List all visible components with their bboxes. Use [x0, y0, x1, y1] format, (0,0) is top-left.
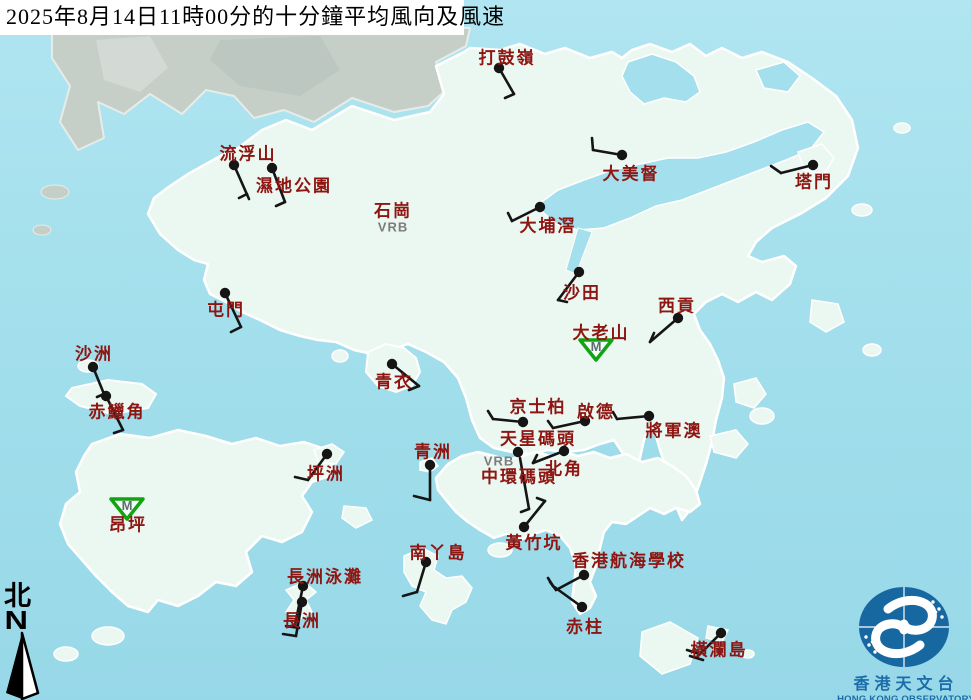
station-dot	[579, 570, 589, 580]
wind-barb-overlay: MM	[0, 0, 971, 700]
station-dot	[518, 417, 528, 427]
wind-barb	[592, 138, 593, 150]
station-dot	[535, 202, 545, 212]
missing-data-m: M	[122, 498, 133, 513]
wind-map-page: MM 打鼓嶺流浮山濕地公園石崗VRB大美督塔門大埔滘沙田西貢大老山屯門沙洲赤鱲角…	[0, 0, 971, 700]
wind-barb	[225, 293, 241, 327]
station-dot	[88, 362, 98, 372]
wind-barb	[283, 634, 296, 636]
wind-barb	[548, 421, 553, 428]
wind-barb	[690, 656, 703, 660]
wind-barb	[114, 430, 123, 433]
wind-barb	[520, 458, 529, 509]
wind-barb	[537, 498, 545, 501]
wind-barb	[106, 396, 123, 430]
station-dot	[673, 313, 683, 323]
station-dot	[267, 163, 277, 173]
station-dot	[580, 416, 590, 426]
station-dot	[574, 267, 584, 277]
wind-barb	[414, 496, 430, 500]
wind-barb	[553, 586, 582, 607]
station-dot	[387, 359, 397, 369]
wind-barb	[771, 166, 781, 173]
station-dot	[494, 63, 504, 73]
north-label-en: N	[2, 609, 57, 631]
wind-barb	[295, 477, 308, 480]
missing-data-m: M	[591, 339, 602, 354]
wind-barb	[276, 202, 285, 206]
station-dot	[617, 150, 627, 160]
station-dot	[519, 522, 529, 532]
station-dot	[808, 160, 818, 170]
hko-logo-icon	[836, 585, 971, 669]
wind-barb	[505, 94, 514, 98]
station-dot	[577, 602, 587, 612]
wind-barb	[403, 592, 417, 596]
station-dot	[513, 447, 523, 457]
wind-barb	[558, 272, 579, 300]
wind-barb	[239, 194, 247, 198]
wind-barb	[508, 213, 512, 221]
wind-barb	[558, 300, 567, 302]
wind-barb	[687, 650, 700, 654]
station-dot	[101, 391, 111, 401]
north-arrow-icon	[2, 631, 46, 700]
wind-barb	[650, 318, 678, 342]
station-dot	[322, 449, 332, 459]
wind-barb	[409, 386, 419, 390]
map-title: 2025年8月14日11時00分的十分鐘平均風向及風速	[0, 0, 464, 35]
hko-logo-name-en: HONG KONG OBSERVATORY	[836, 694, 971, 700]
station-dot	[220, 288, 230, 298]
wind-barb	[392, 364, 419, 386]
station-dot	[716, 628, 726, 638]
station-dot	[298, 581, 308, 591]
wind-barb	[272, 168, 285, 202]
north-compass: 北 N	[2, 583, 46, 700]
hko-logo-name-zh: 香港天文台	[836, 676, 971, 694]
wind-barb	[231, 327, 241, 332]
station-dot	[297, 597, 307, 607]
station-dot	[421, 557, 431, 567]
station-dot	[229, 160, 239, 170]
wind-barb	[521, 509, 529, 512]
station-dot	[425, 460, 435, 470]
wind-barb	[613, 412, 617, 419]
wind-barb	[488, 411, 493, 419]
station-dot	[559, 446, 569, 456]
station-dot	[644, 411, 654, 421]
hko-logo: 香港天文台 HONG KONG OBSERVATORY	[836, 585, 971, 700]
